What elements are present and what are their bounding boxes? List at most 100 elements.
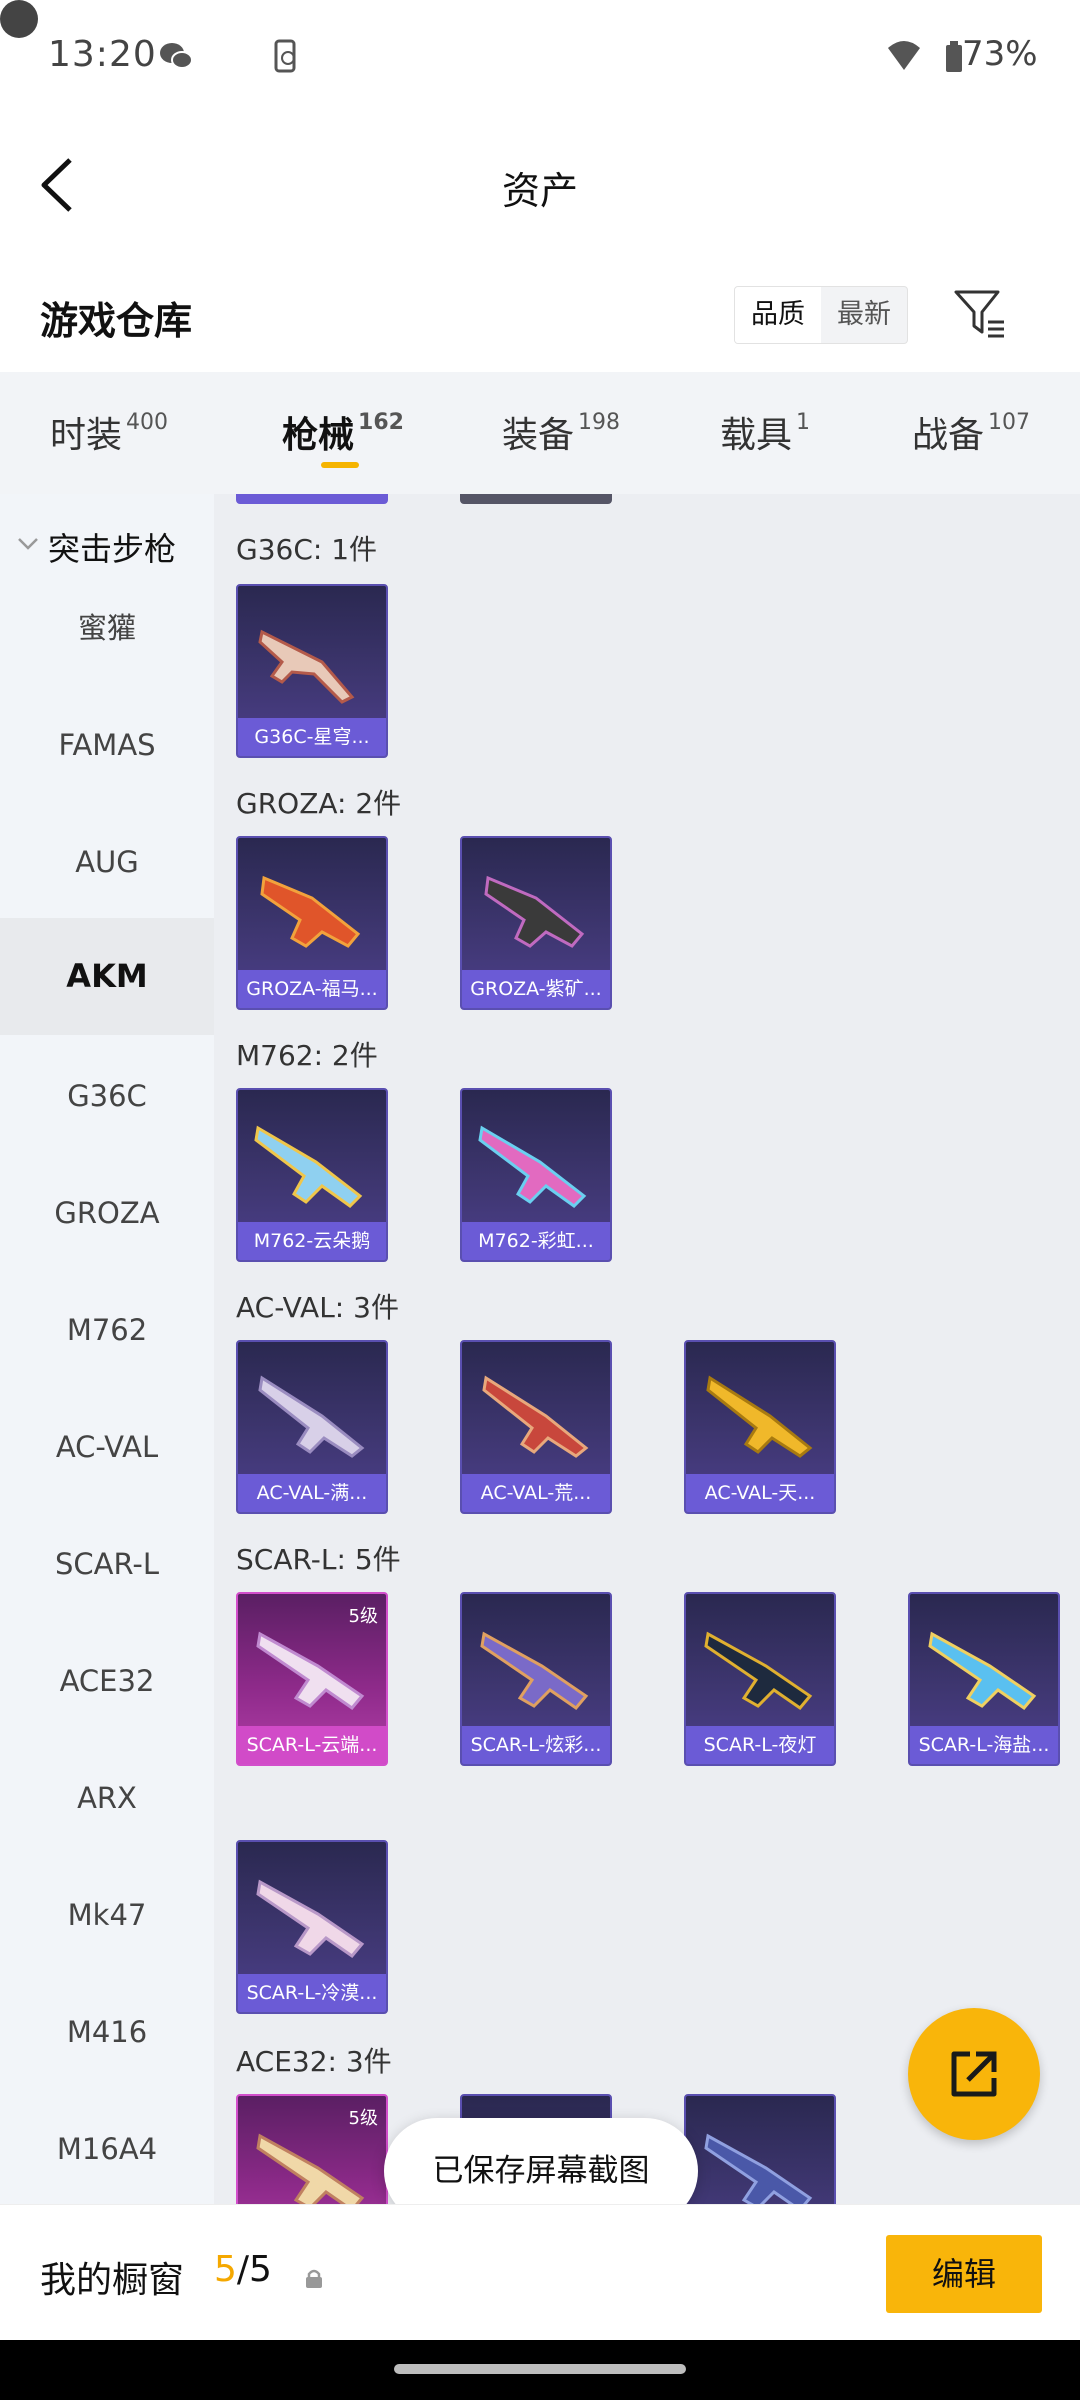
skin-name: SCAR-L-海盐...	[910, 1726, 1058, 1764]
warehouse-header: 游戏仓库 品质 最新	[0, 260, 1080, 372]
sort-newest-option[interactable]: 最新	[821, 287, 907, 343]
tab-count: 1	[796, 410, 811, 435]
sidebar-item-akm[interactable]: AKM	[0, 918, 214, 1035]
tab-label: 时装	[50, 415, 123, 456]
showcase-label: 我的橱窗	[40, 2260, 185, 2301]
rifle-skin-image	[256, 2133, 365, 2204]
skin-card[interactable]: SCAR-L-海盐...	[908, 1592, 1060, 1766]
skin-name: M762-云朵鹅	[238, 1222, 386, 1260]
sidebar-item-m762[interactable]: M762	[0, 1272, 214, 1389]
skin-card[interactable]: M762-云朵鹅	[236, 1088, 388, 1262]
rifle-skin-image	[254, 1125, 363, 1208]
skin-name: SCAR-L-炫彩...	[462, 1726, 610, 1764]
section-title-scar-l: SCAR-L: 5件	[236, 1543, 401, 1576]
sidebar-item-ac-val[interactable]: AC-VAL	[0, 1389, 214, 1506]
sidebar-item-m16a4[interactable]: M16A4	[0, 2091, 214, 2204]
rifle-skin-image	[256, 1631, 365, 1711]
sidebar-category-assault-rifle[interactable]: 突击步枪	[0, 524, 214, 574]
sidebar-item-ace32[interactable]: ACE32	[0, 1623, 214, 1740]
chevron-down-icon	[18, 538, 38, 550]
showcase-current: 5	[214, 2249, 237, 2290]
skin-name: SCAR-L-夜灯	[686, 1726, 834, 1764]
skin-card[interactable]: AC-VAL-天...	[684, 1340, 836, 1514]
rifle-skin-image	[480, 1631, 589, 1711]
status-bar: 13:20 73%	[0, 0, 1080, 110]
skin-card[interactable]	[684, 2094, 836, 2204]
partial-skin-card[interactable]	[236, 494, 388, 504]
section-title-ace32: ACE32: 3件	[236, 2045, 392, 2078]
warehouse-title: 游戏仓库	[40, 299, 193, 343]
tab-vehicles[interactable]: 载具 1	[720, 406, 810, 458]
weapon-skins-list: G36C: 1件 G36C-星穹... GROZA: 2件 GROZA-福马..…	[214, 494, 1080, 2204]
skin-card[interactable]: SCAR-L-炫彩...	[460, 1592, 612, 1766]
showcase-total: /5	[236, 2249, 272, 2290]
share-icon	[951, 2051, 997, 2097]
filter-button[interactable]	[952, 286, 1008, 342]
skin-name: M762-彩虹...	[462, 1222, 610, 1260]
home-gesture-handle[interactable]	[394, 2364, 686, 2374]
battery-percent: 73%	[962, 34, 1038, 74]
sidebar-item-honey-badger[interactable]: 蜜獾	[0, 570, 214, 687]
rifle-skin-image	[478, 1125, 587, 1208]
skin-name: SCAR-L-云端...	[238, 1726, 386, 1764]
rifle-skin-image	[484, 875, 585, 948]
rifle-skin-image	[706, 1375, 813, 1458]
skin-card[interactable]: 5级	[236, 2094, 388, 2204]
skin-card[interactable]: G36C-星穹...	[236, 584, 388, 758]
section-title-m762: M762: 2件	[236, 1039, 378, 1072]
sidebar-item-g36c[interactable]: G36C	[0, 1038, 214, 1155]
section-title-ac-val: AC-VAL: 3件	[236, 1291, 399, 1324]
skin-name: SCAR-L-冷漠...	[238, 1974, 386, 2012]
skin-name: AC-VAL-荒...	[462, 1474, 610, 1512]
rifle-skin-image	[258, 1375, 365, 1458]
sidebar-item-aug[interactable]: AUG	[0, 804, 214, 921]
skin-name: GROZA-紫矿...	[462, 970, 610, 1008]
tab-fashion[interactable]: 时装 400	[50, 406, 168, 458]
rifle-skin-image	[258, 629, 355, 704]
sidebar-item-m416[interactable]: M416	[0, 1974, 214, 2091]
tab-combat-gear[interactable]: 战备 107	[912, 406, 1030, 458]
rifle-skin-image	[256, 1879, 365, 1959]
lock-icon	[306, 2269, 322, 2288]
skin-card[interactable]: AC-VAL-满...	[236, 1340, 388, 1514]
showcase-count: 5/5	[214, 2249, 272, 2290]
rifle-skin-image	[704, 2133, 813, 2204]
sort-quality-option[interactable]: 品质	[735, 287, 821, 343]
weapon-sidebar: 突击步枪 蜜獾 FAMAS AUG AKM G36C GROZA M762 AC…	[0, 494, 214, 2204]
share-button[interactable]	[908, 2008, 1040, 2140]
category-tabs: 时装 400 枪械 162 装备 198 载具 1 战备 107	[0, 372, 1080, 494]
partial-skin-card[interactable]	[460, 494, 612, 504]
tab-count: 198	[578, 410, 621, 435]
skin-card[interactable]: GROZA-紫矿...	[460, 836, 612, 1010]
tab-count: 400	[126, 410, 169, 435]
tab-equipment[interactable]: 装备 198	[502, 406, 620, 458]
sidebar-item-groza[interactable]: GROZA	[0, 1155, 214, 1272]
edit-button[interactable]: 编辑	[886, 2235, 1042, 2313]
sidebar-item-mk47[interactable]: Mk47	[0, 1857, 214, 1974]
tab-label: 装备	[502, 415, 575, 456]
phone-sync-icon	[274, 39, 296, 73]
tab-label: 载具	[720, 415, 793, 456]
skin-card[interactable]: M762-彩虹...	[460, 1088, 612, 1262]
wechat-icon	[160, 43, 193, 69]
skin-card[interactable]: 5级 SCAR-L-云端...	[236, 1592, 388, 1766]
skin-card[interactable]: GROZA-福马...	[236, 836, 388, 1010]
rifle-skin-image	[704, 1631, 813, 1711]
wifi-icon	[888, 41, 920, 70]
tab-label: 战备	[912, 415, 985, 456]
sidebar-item-arx[interactable]: ARX	[0, 1740, 214, 1857]
rifle-skin-image	[260, 875, 361, 948]
active-tab-indicator	[321, 462, 359, 468]
skin-card[interactable]: SCAR-L-冷漠...	[236, 1840, 388, 2014]
skin-card[interactable]: SCAR-L-夜灯	[684, 1592, 836, 1766]
notification-dot-icon	[0, 0, 38, 38]
page-title: 资产	[501, 169, 578, 213]
rifle-skin-image	[482, 1375, 589, 1458]
tab-firearms[interactable]: 枪械 162	[282, 406, 404, 458]
skin-name: AC-VAL-天...	[686, 1474, 834, 1512]
sidebar-item-scar-l[interactable]: SCAR-L	[0, 1506, 214, 1623]
rifle-skin-image	[928, 1631, 1037, 1711]
nav-bar: 资产	[0, 110, 1080, 260]
sidebar-item-famas[interactable]: FAMAS	[0, 687, 214, 804]
skin-card[interactable]: AC-VAL-荒...	[460, 1340, 612, 1514]
